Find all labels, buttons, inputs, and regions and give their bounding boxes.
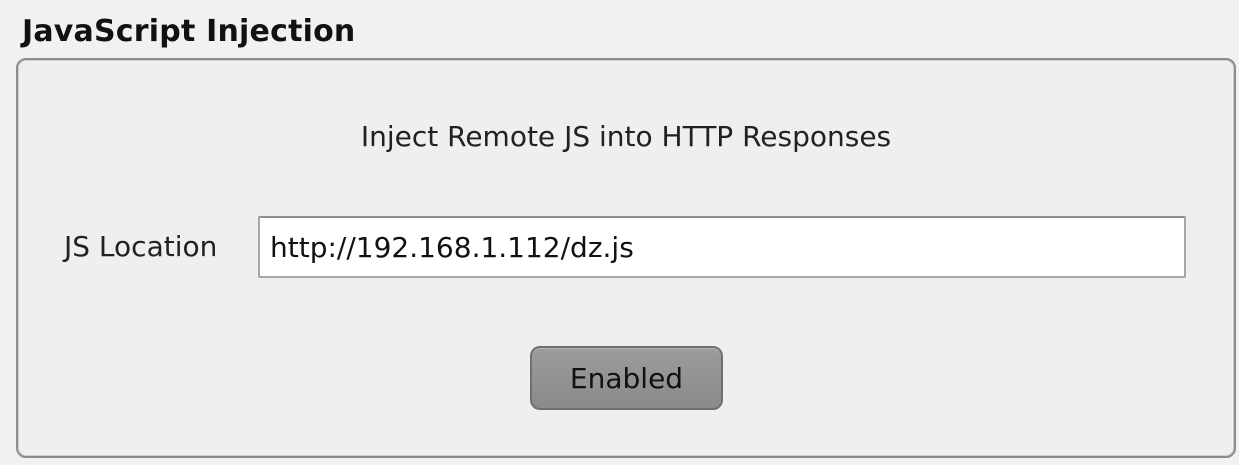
javascript-injection-panel: Inject Remote JS into HTTP Responses JS … xyxy=(16,58,1236,458)
page: JavaScript Injection Inject Remote JS in… xyxy=(0,0,1239,465)
panel-subtitle: Inject Remote JS into HTTP Responses xyxy=(360,120,892,153)
section-title: JavaScript Injection xyxy=(22,14,356,49)
js-location-input[interactable] xyxy=(258,216,1186,278)
enabled-toggle-button[interactable]: Enabled xyxy=(530,346,723,410)
js-location-label: JS Location xyxy=(64,230,218,263)
